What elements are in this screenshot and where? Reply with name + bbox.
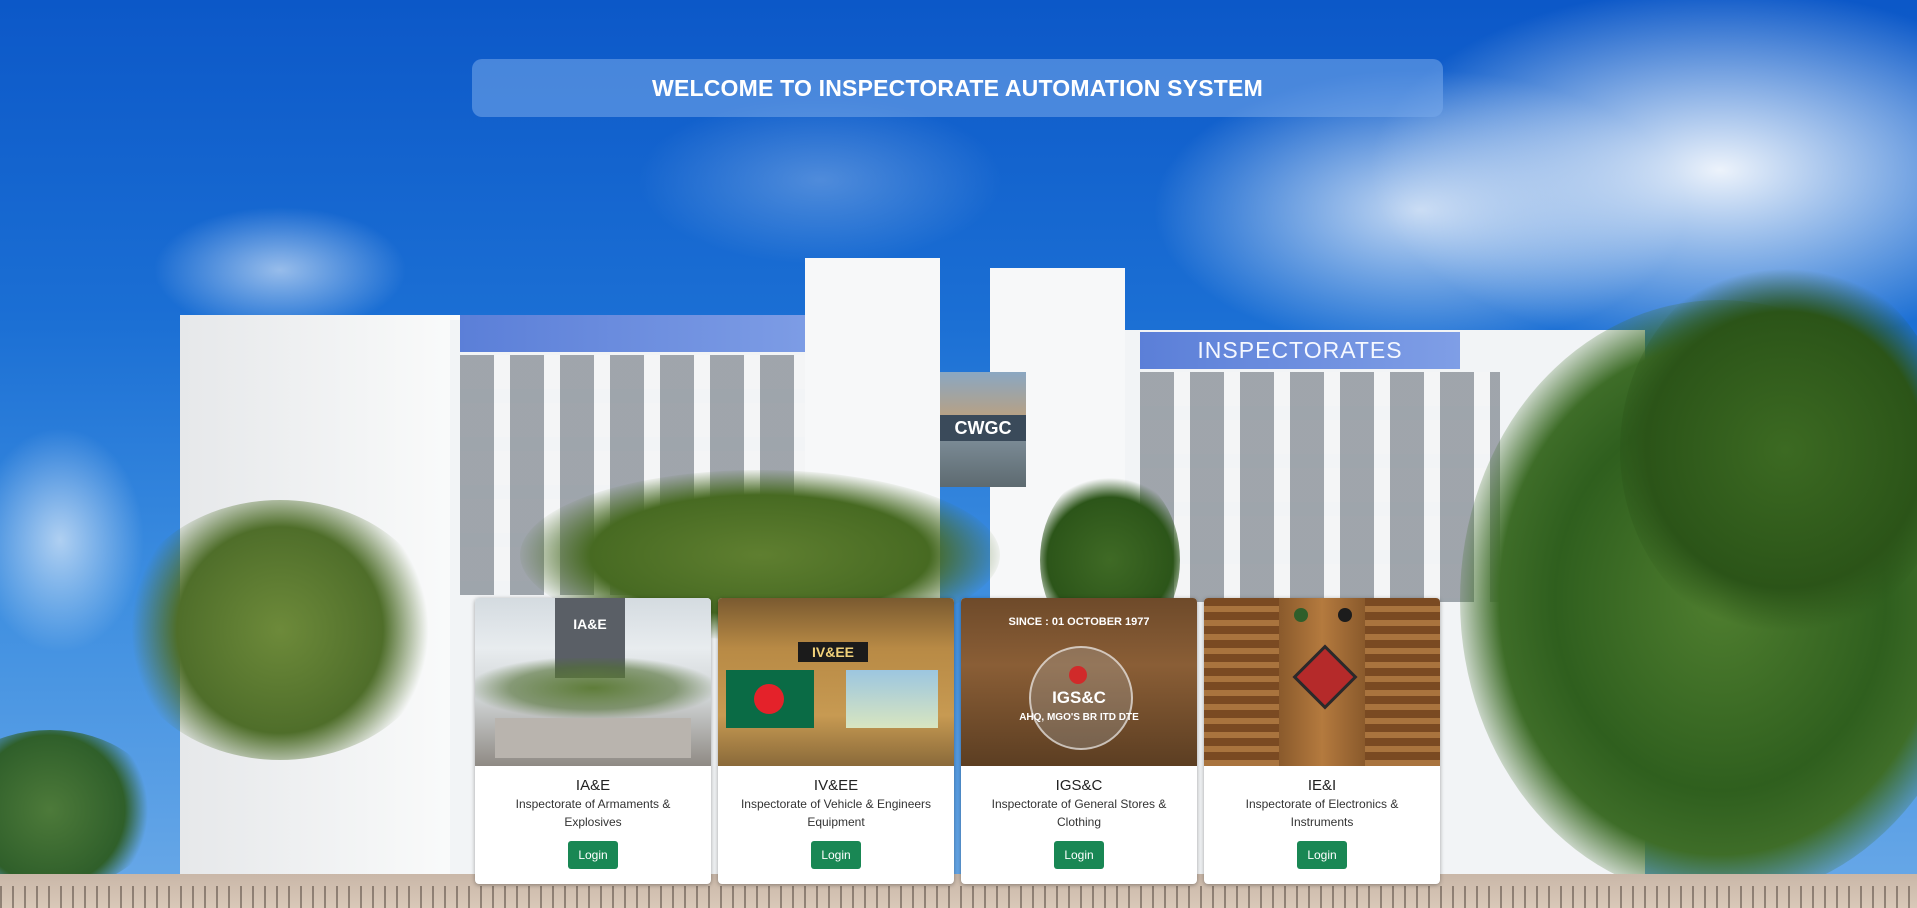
- iae-login-button[interactable]: Login: [568, 841, 618, 869]
- igsc-photo-caption-bottom: AHQ, MGO'S BR ITD DTE: [1019, 712, 1139, 723]
- igsc-login-button[interactable]: Login: [1054, 841, 1104, 869]
- page-title: WELCOME TO INSPECTORATE AUTOMATION SYSTE…: [652, 74, 1263, 101]
- iae-building-photo: IA&E: [475, 598, 711, 766]
- card-title: IE&I: [1307, 777, 1337, 794]
- card-description: Inspectorate of General Stores & Clothin…: [991, 797, 1167, 829]
- welcome-header: WELCOME TO INSPECTORATE AUTOMATION SYSTE…: [472, 59, 1443, 117]
- ivee-photo-sign: IV&EE: [811, 644, 854, 660]
- card-description: Inspectorate of Armaments & Explosives: [515, 797, 671, 829]
- ivee-wall-photo: IV&EE: [718, 598, 954, 766]
- card-iae: IA&E IA&E Inspectorate of Armaments & Ex…: [475, 598, 711, 884]
- tree: [120, 500, 440, 760]
- iei-login-button[interactable]: Login: [1297, 841, 1347, 869]
- card-igsc: SINCE : 01 OCTOBER 1977 IGS&C AHQ, MGO'S…: [961, 598, 1197, 884]
- inspectorates-banner-text: INSPECTORATES: [1197, 337, 1403, 363]
- card-description: Inspectorate of Vehicle & Engineers Equi…: [740, 797, 932, 829]
- bangladesh-flag: [726, 670, 814, 728]
- card-title: IV&EE: [813, 777, 859, 794]
- igsc-photo-sign: IGS&C: [1052, 688, 1106, 707]
- card-description: Inspectorate of Electronics & Instrument…: [1245, 797, 1399, 829]
- ivee-login-button[interactable]: Login: [811, 841, 861, 869]
- iae-photo-sign: IA&E: [573, 616, 607, 632]
- background-photo: CWGC CWGC INSPECTORATES: [0, 0, 1917, 908]
- helicopter-picture: [846, 670, 938, 728]
- card-title: IGS&C: [1055, 777, 1103, 794]
- building-blue-band: [460, 315, 828, 352]
- igsc-photo-caption-top: SINCE : 01 OCTOBER 1977: [1008, 616, 1150, 628]
- card-iei: IE&I Inspectorate of Electronics & Instr…: [1204, 598, 1440, 884]
- igsc-wall-photo: SINCE : 01 OCTOBER 1977 IGS&C AHQ, MGO'S…: [961, 598, 1197, 766]
- card-title: IA&E: [575, 777, 611, 794]
- iei-wall-photo: [1204, 598, 1440, 766]
- fence: [0, 886, 1917, 908]
- card-ivee: IV&EE IV&EE Inspectorate of Vehicle & En…: [718, 598, 954, 884]
